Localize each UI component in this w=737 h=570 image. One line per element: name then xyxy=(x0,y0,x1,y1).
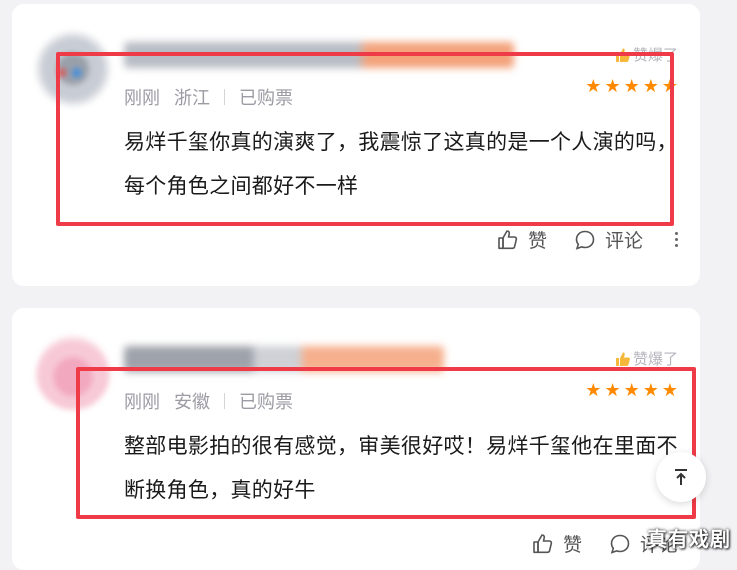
username-blurred[interactable] xyxy=(124,346,444,372)
thumbs-up-icon xyxy=(498,229,518,249)
review-card: 赞爆了 刚刚 安徽 已购票 ★ ★ ★ ★ ★ 整部电影拍的很有感觉，审美很好哎… xyxy=(12,308,700,570)
comment-bubble-icon xyxy=(575,230,595,250)
post-time: 刚刚 xyxy=(124,392,160,413)
review-card: 赞爆了 刚刚 浙江 已购票 ★ ★ ★ ★ ★ 易烊千玺你真的演爽了，我震惊了这… xyxy=(12,4,700,286)
review-meta: 刚刚 浙江 已购票 xyxy=(124,84,293,110)
star-icon: ★ xyxy=(623,380,640,401)
back-to-top-button[interactable] xyxy=(656,452,706,502)
star-icon: ★ xyxy=(585,380,602,401)
hot-label: 赞爆了 xyxy=(632,46,678,64)
hot-badge: 赞爆了 xyxy=(615,44,678,65)
purchase-tag: 已购票 xyxy=(239,88,293,109)
star-icon: ★ xyxy=(642,76,659,97)
avatar[interactable] xyxy=(36,336,110,410)
star-icon: ★ xyxy=(661,380,678,401)
like-label: 赞 xyxy=(562,534,582,556)
arrow-up-icon xyxy=(675,469,687,485)
location: 浙江 xyxy=(174,88,210,109)
location: 安徽 xyxy=(174,392,210,413)
review-text: 易烊千玺你真的演爽了，我震惊了这真的是一个人演的吗，每个角色之间都好不一样 xyxy=(124,130,678,198)
star-icon: ★ xyxy=(585,76,602,97)
hot-badge: 赞爆了 xyxy=(615,348,678,369)
rating-stars: ★ ★ ★ ★ ★ xyxy=(585,78,678,96)
comment-button[interactable]: 评论 xyxy=(573,226,643,253)
star-icon: ★ xyxy=(623,76,640,97)
divider xyxy=(224,393,225,409)
thumbs-up-icon xyxy=(615,48,630,62)
thumbs-up-icon xyxy=(615,352,630,366)
like-button[interactable]: 赞 xyxy=(531,530,582,557)
purchase-tag: 已购票 xyxy=(239,392,293,413)
star-icon: ★ xyxy=(642,380,659,401)
more-vertical-icon[interactable] xyxy=(675,232,678,247)
comment-label: 评论 xyxy=(604,230,643,252)
review-text: 整部电影拍的很有感觉，审美很好哎！易烊千玺他在里面不断换角色，真的好牛 xyxy=(124,434,678,502)
divider xyxy=(224,89,225,105)
comment-bubble-icon xyxy=(610,534,630,554)
star-icon: ★ xyxy=(604,380,621,401)
rating-stars: ★ ★ ★ ★ ★ xyxy=(585,382,678,400)
hot-label: 赞爆了 xyxy=(632,350,678,368)
thumbs-up-icon xyxy=(533,533,553,553)
like-button[interactable]: 赞 xyxy=(496,226,547,253)
watermark: 真有戏剧 xyxy=(647,527,731,551)
star-icon: ★ xyxy=(661,76,678,97)
review-meta: 刚刚 安徽 已购票 xyxy=(124,388,293,414)
review-actions: 赞 评论 xyxy=(496,226,678,253)
post-time: 刚刚 xyxy=(124,88,160,109)
avatar[interactable] xyxy=(36,32,110,106)
star-icon: ★ xyxy=(604,76,621,97)
like-label: 赞 xyxy=(527,230,547,252)
username-blurred[interactable] xyxy=(124,42,514,68)
